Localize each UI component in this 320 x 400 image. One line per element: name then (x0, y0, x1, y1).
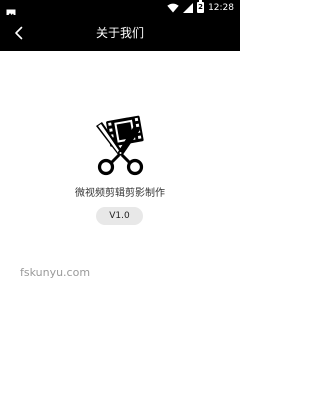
battery-level: 2 (198, 3, 203, 11)
page-title: 关于我们 (95, 26, 144, 40)
status-bar: 2 12:28 (0, 0, 240, 18)
status-time: 12:28 (208, 2, 234, 13)
wifi-icon (167, 3, 179, 13)
app-bar: 关于我们 (0, 15, 240, 51)
version-badge: V1.0 (96, 207, 143, 225)
battery-icon: 2 (197, 0, 205, 13)
signal-icon (183, 2, 194, 13)
about-screen: 2 12:28 关于我们 微视频剪辑剪影制作 V1.0 fskunyu.com (0, 0, 240, 400)
watermark-text: fskunyu.com (20, 266, 91, 279)
scissors-film-icon (96, 115, 144, 176)
app-name: 微视频剪辑剪影制作 (75, 188, 165, 199)
status-icons: 2 12:28 (167, 0, 234, 14)
